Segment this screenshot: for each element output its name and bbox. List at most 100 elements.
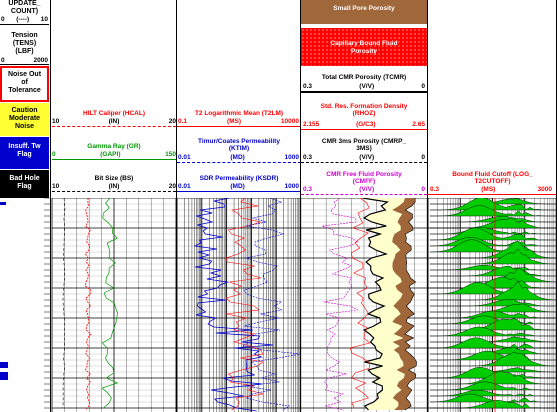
t2lm-max: 10000	[280, 118, 299, 125]
t2-distribution-wave	[429, 337, 557, 349]
ktim-title: Timur/Coates Permeability (KTIM)	[198, 138, 280, 152]
gamma-ray-curve	[101, 198, 119, 409]
hilt-min: 10	[52, 118, 60, 125]
cutoff-line	[428, 194, 557, 195]
cmrp-line	[301, 162, 427, 163]
cmrp-title: CMR 3ms Porosity (CMRP_ 3MS)	[321, 138, 407, 152]
cutoff-title: Bound Fluid Cutoff (LOG_ T2CUTOFF)	[452, 171, 533, 185]
tcmr-line	[301, 91, 427, 93]
update-count-scale: 0 (----) 10	[1, 16, 48, 23]
tension-max: 2000	[33, 57, 48, 64]
t2-distribution-wave	[430, 299, 557, 307]
ktim-max: 1000	[284, 154, 299, 161]
capillary-legend: Capillary Bound Fluid Porosity	[301, 28, 427, 66]
update-count-max: 10	[40, 16, 48, 23]
small-pore-label: Small Pore Porosity	[333, 5, 395, 12]
update-count-line	[0, 24, 49, 25]
update-count-unit: (----)	[16, 16, 30, 23]
hilt-max: 20	[168, 118, 176, 125]
tcmr-unit: (V/V)	[359, 83, 375, 90]
caution-flag-box: Caution Moderate Noise	[0, 103, 49, 136]
rhoz-title: Std. Res. Formation Density (RHOZ)	[320, 103, 408, 117]
rhoz-min: 2.155	[303, 121, 320, 128]
tcmr-title: Total CMR Porosity (TCMR)	[321, 74, 407, 81]
rhoz-line	[301, 129, 427, 130]
log-plot-area	[44, 198, 557, 412]
t2-distribution-wave	[430, 336, 557, 343]
ksdr-scale: 0.01 (MD) 1000	[178, 183, 299, 190]
ksdr-min: 0.01	[178, 183, 191, 190]
tcmr-min: 0.3	[303, 83, 313, 90]
bad-hole-flag-label: Bad Hole Flag	[9, 175, 40, 190]
cmff-max: 0	[421, 186, 425, 193]
cmff-min: 0.3	[303, 186, 313, 193]
ksdr-max: 1000	[284, 183, 299, 190]
tcmr-scale: 0.3 (V/V) 0	[303, 83, 425, 90]
ktim-unit: (MD)	[230, 154, 245, 161]
gamma-unit: (GAPI)	[100, 151, 121, 158]
update-count-title: UPDATE_ COUNT)	[8, 0, 41, 15]
hilt-line	[52, 126, 176, 127]
noise-flag-box: Noise Out of Tolerance	[0, 66, 49, 102]
bitsize-line	[52, 191, 176, 192]
gamma-min: 0	[52, 151, 56, 158]
cutoff-unit: (MS)	[481, 186, 496, 193]
insuff-flag-box: Insuff. Tw Flag	[0, 137, 49, 169]
insuff-flag-label: Insuff. Tw Flag	[8, 143, 41, 158]
log-curves	[62, 198, 371, 412]
t2-distribution-wave	[430, 367, 557, 373]
t2lm-min: 0.1	[178, 118, 188, 125]
cmrp-unit: (V/V)	[359, 154, 375, 161]
cmff-scale: 0.3 (V/V) 0	[303, 186, 425, 193]
capillary-label: Capillary Bound Fluid Porosity	[330, 40, 398, 55]
ktim-min: 0.01	[178, 154, 191, 161]
gamma-title: Gamma Ray (GR)	[87, 143, 141, 150]
t2-distribution-wave	[429, 350, 557, 361]
rhoz-unit: (G/C3)	[356, 121, 376, 128]
bitsize-scale: 10 (IN) 20	[52, 183, 176, 190]
t2-distribution-wave	[429, 389, 557, 397]
bitsize-title: Bit Size (BS)	[94, 175, 134, 182]
t2lm-scale: 0.1 (MS) 10000	[178, 118, 299, 125]
bitsize-min: 10	[52, 183, 60, 190]
cmff-unit: (V/V)	[359, 186, 375, 193]
cmff-title: CMR Free Fluid Porosity (CMFF)	[326, 171, 402, 185]
hilt-scale: 10 (IN) 20	[52, 118, 176, 125]
ksdr-unit: (MD)	[230, 183, 245, 190]
tension-title: Tension (TENS) (LBF)	[11, 32, 38, 55]
gamma-line	[52, 159, 176, 160]
t2lm-line	[177, 126, 301, 127]
rhoz-scale: 2.155 (G/C3) 2.65	[303, 121, 425, 128]
t2-distribution	[429, 198, 557, 412]
update-count-min: 0	[1, 16, 5, 23]
ktim-scale: 0.01 (MD) 1000	[178, 154, 299, 161]
ksdr-line	[177, 191, 301, 192]
cmrp-min: 0.3	[303, 154, 313, 161]
rhoz-max: 2.65	[412, 121, 425, 128]
cmrp-scale: 0.3 (V/V) 0	[303, 154, 425, 161]
small-pore-legend: Small Pore Porosity	[301, 0, 427, 24]
cmrp-max: 0	[421, 154, 425, 161]
gamma-scale: 0 (GAPI) 150	[52, 151, 176, 158]
tension-scale: 0 2000	[1, 57, 48, 64]
bitsize-max: 20	[168, 183, 176, 190]
cutoff-scale: 0.3 (MS) 3000	[430, 186, 552, 193]
tcmr-max: 0	[421, 83, 425, 90]
t2lm-unit: (MS)	[226, 118, 242, 125]
t2lm-title: T2 Logarithmic Mean (T2LM)	[194, 110, 284, 117]
t2-distribution-wave	[429, 215, 557, 223]
cmff-line	[301, 194, 427, 195]
hilt-title: HILT Caliper (HCAL)	[83, 110, 145, 117]
caution-flag-label: Caution Moderate Noise	[8, 107, 41, 130]
t2-distribution-wave	[429, 265, 557, 271]
cutoff-min: 0.3	[430, 186, 440, 193]
ktim-line	[177, 162, 301, 163]
bad-hole-flag-box: Bad Hole Flag	[0, 170, 49, 198]
cutoff-max: 3000	[537, 186, 552, 193]
t2-distribution-wave	[429, 227, 557, 235]
tension-min: 0	[1, 57, 5, 64]
ksdr-title: SDR Permeability (KSDR)	[199, 175, 279, 182]
gamma-max: 150	[165, 151, 176, 158]
tension-line	[0, 64, 49, 65]
hilt-unit: (IN)	[108, 118, 120, 125]
